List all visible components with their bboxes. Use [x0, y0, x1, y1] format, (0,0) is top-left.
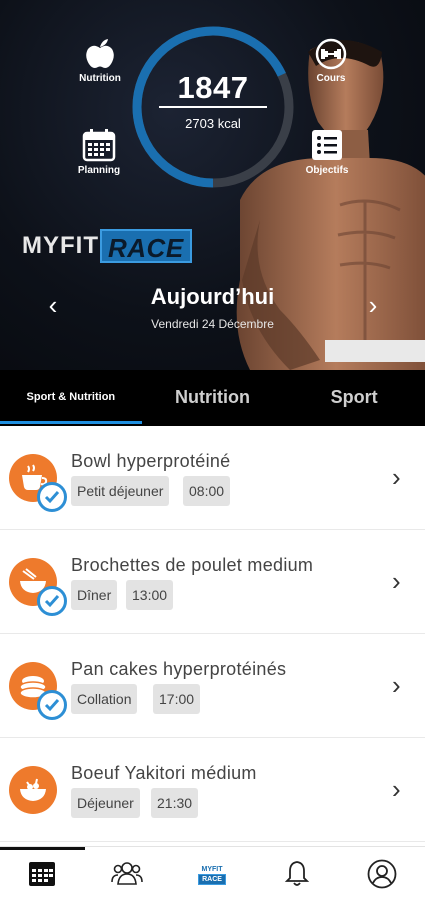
profile-icon [367, 859, 397, 889]
meal-item[interactable]: Boeuf Yakitori médium Déjeuner 21:30 › [0, 738, 425, 842]
meal-item[interactable]: Bowl hyperprotéiné Petit déjeuner 08:00 … [0, 426, 425, 530]
salad-bowl-icon [9, 766, 57, 814]
brand-logo: MYFIT RACE [22, 229, 192, 263]
chevron-right-icon: › [392, 462, 401, 492]
meal-name: Boeuf Yakitori médium [71, 763, 257, 783]
calories-divider [159, 106, 267, 108]
dumbbell-icon [315, 38, 347, 70]
calendar-icon [29, 862, 55, 886]
chevron-right-icon: › [368, 290, 378, 320]
meal-time-chip: 21:30 [151, 788, 199, 818]
nav-home[interactable]: MYFIT RACE [192, 859, 232, 891]
planning-shortcut-label: Planning [77, 165, 121, 176]
checklist-icon [312, 130, 342, 160]
brand-mini-logo: MYFIT RACE [192, 865, 232, 885]
day-title: Aujourd’hui [150, 284, 275, 309]
next-day-button[interactable]: › [358, 290, 388, 320]
chevron-right-icon: › [392, 774, 401, 804]
day-date: Vendredi 24 Décembre [151, 317, 274, 331]
meal-time-chip: 13:00 [126, 580, 174, 610]
active-tab-indicator [0, 847, 85, 850]
meal-type-chip: Déjeuner [71, 788, 140, 818]
meal-type-chip: Collation [71, 684, 138, 714]
nutrition-shortcut-label: Nutrition [79, 73, 121, 84]
nutrition-shortcut[interactable]: Nutrition [65, 38, 135, 84]
meal-list: Bowl hyperprotéiné Petit déjeuner 08:00 … [0, 426, 425, 842]
planning-shortcut[interactable]: Planning [64, 128, 134, 176]
nav-community[interactable] [107, 859, 147, 891]
meal-name: Brochettes de poulet medium [71, 555, 314, 575]
calendar-icon [82, 129, 116, 162]
group-icon [111, 862, 143, 885]
meal-time-chip: 08:00 [183, 476, 231, 506]
meal-item[interactable]: Brochettes de poulet medium Dîner 13:00 … [0, 530, 425, 634]
previous-day-button[interactable]: ‹ [38, 290, 68, 320]
nav-profile[interactable] [362, 859, 402, 891]
tab-sport[interactable]: Sport [283, 370, 425, 426]
objectifs-shortcut-label: Objectifs [305, 165, 349, 176]
meal-name: Pan cakes hyperprotéinés [71, 659, 287, 679]
calories-consumed: 1847 [177, 70, 249, 105]
bottom-navigation: MYFIT RACE [0, 846, 425, 900]
meal-name: Bowl hyperprotéiné [71, 451, 231, 471]
chevron-left-icon: ‹ [48, 290, 58, 320]
bell-icon [284, 861, 310, 886]
tab-bar: Sport & Nutrition Nutrition Sport [0, 370, 425, 426]
apple-icon [86, 39, 114, 68]
nav-calendar[interactable] [22, 859, 62, 891]
calories-target: 2703 kcal [185, 116, 241, 131]
done-check-icon [37, 586, 67, 616]
dashboard-hero: 1847 2703 kcal Nutrition Planning Cours … [0, 0, 425, 370]
meal-type-chip: Petit déjeuner [71, 476, 170, 506]
tab-sport-nutrition[interactable]: Sport & Nutrition [0, 370, 142, 426]
cours-shortcut[interactable]: Cours [296, 38, 366, 84]
chevron-right-icon: › [392, 566, 401, 596]
done-check-icon [37, 482, 67, 512]
objectifs-shortcut[interactable]: Objectifs [292, 128, 362, 176]
chevron-right-icon: › [392, 670, 401, 700]
meal-type-chip: Dîner [71, 580, 118, 610]
cours-shortcut-label: Cours [316, 73, 346, 84]
nav-notifications[interactable] [277, 859, 317, 891]
meal-time-chip: 17:00 [153, 684, 201, 714]
tab-nutrition[interactable]: Nutrition [142, 370, 284, 426]
done-check-icon [37, 690, 67, 720]
meal-item[interactable]: Pan cakes hyperprotéinés Collation 17:00… [0, 634, 425, 738]
